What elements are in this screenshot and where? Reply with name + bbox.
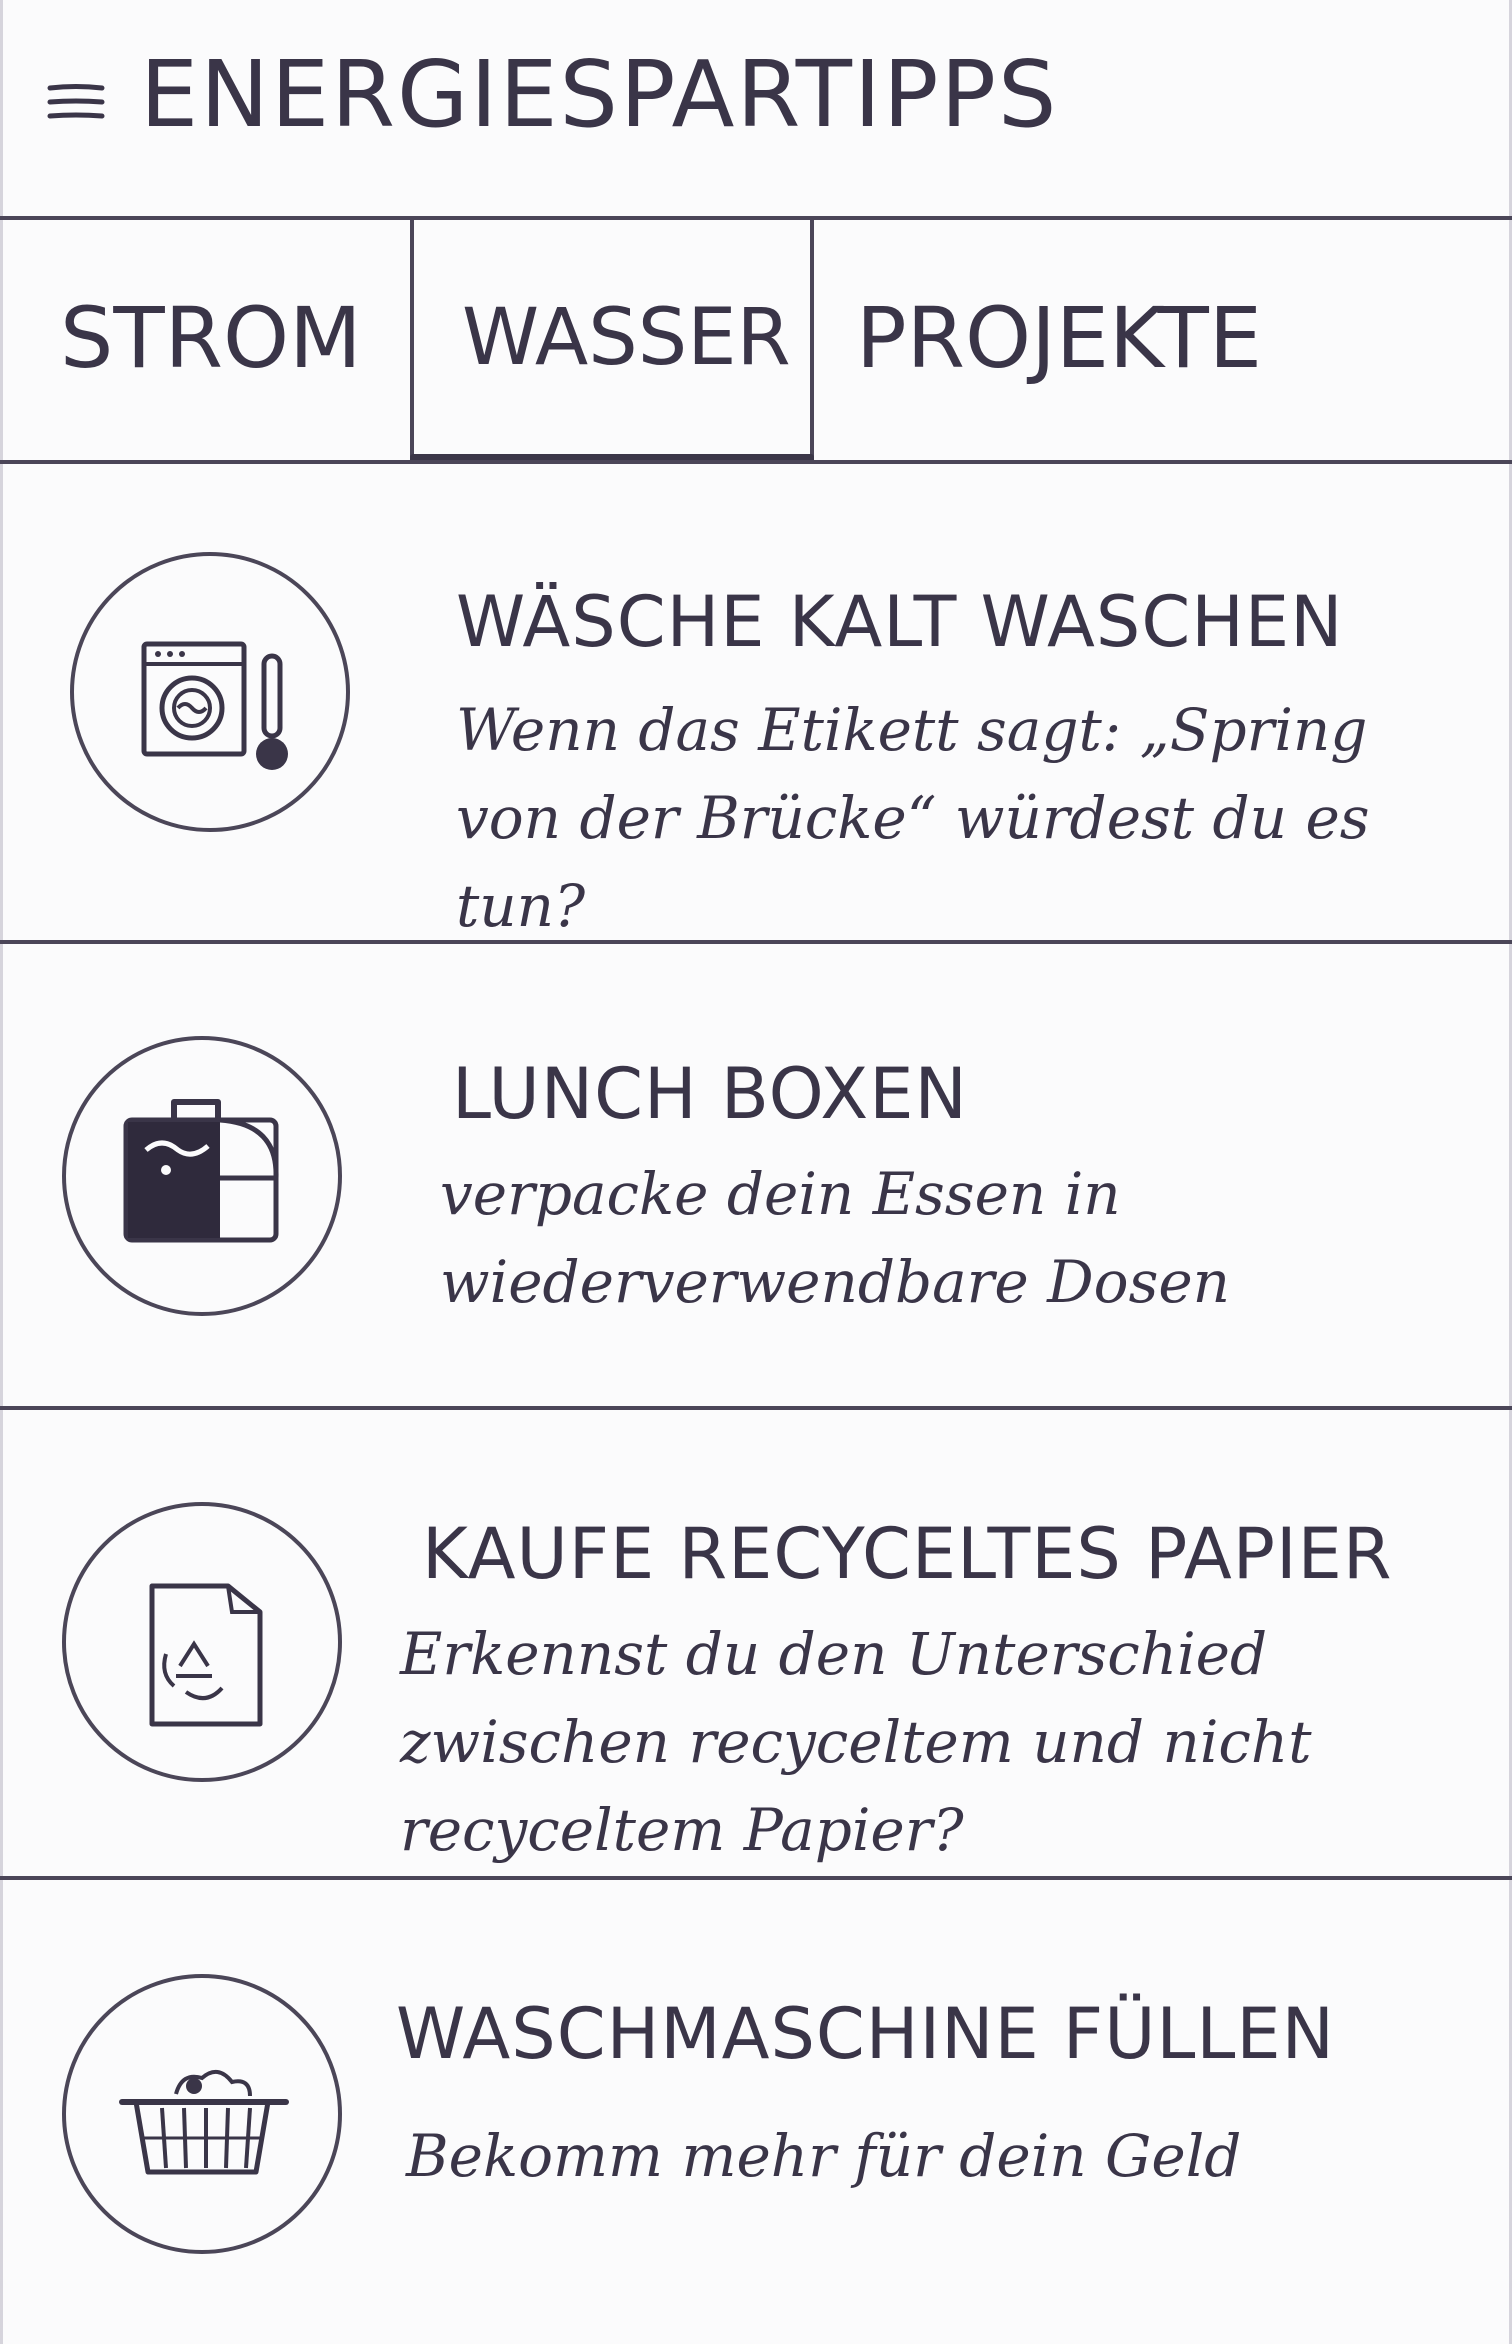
list-item[interactable]: WÄSCHE KALT WASCHEN Wenn das Etikett sag… [0,464,1512,940]
tip-description: Bekomm mehr für dein Geld [406,2122,1242,2190]
tip-title: LUNCH BOXEN [452,1053,968,1135]
tab-label: PROJEKTE [856,289,1262,387]
tip-description: Erkennst du den Unterschied zwischen rec… [400,1620,1312,1864]
tip-description: verpacke dein Essen in wiederverwendbare… [440,1160,1231,1316]
hamburger-menu-icon[interactable] [46,80,106,124]
tab-label: WASSER [462,293,791,383]
tab-label: STROM [60,289,362,387]
tip-title: KAUFE RECYCELTES PAPIER [422,1513,1393,1595]
tip-title: WÄSCHE KALT WASCHEN [456,581,1344,663]
laundry-basket-icon [62,1974,342,2254]
list-item[interactable]: LUNCH BOXEN verpacke dein Essen in wiede… [0,944,1512,1406]
app-header: ENERGIESPARTIPPS [0,0,1512,216]
tab-strom[interactable]: STROM [0,218,410,458]
page-title: ENERGIESPARTIPPS [140,41,1059,148]
list-item[interactable]: WASCHMASCHINE FÜLLEN Bekomm mehr für dei… [0,1880,1512,2344]
tab-projekte[interactable]: PROJEKTE [814,218,1512,458]
tip-description: Wenn das Etikett sagt: „Spring von der B… [456,696,1370,940]
tab-wasser[interactable]: WASSER [410,218,814,458]
lunch-box-icon [62,1036,342,1316]
list-item[interactable]: KAUFE RECYCELTES PAPIER Erkennst du den … [0,1410,1512,1876]
recycled-paper-icon [62,1502,342,1782]
washing-machine-thermometer-icon [70,552,350,832]
tab-bar: STROM WASSER PROJEKTE [0,218,1512,464]
tip-title: WASCHMASCHINE FÜLLEN [396,1993,1336,2075]
